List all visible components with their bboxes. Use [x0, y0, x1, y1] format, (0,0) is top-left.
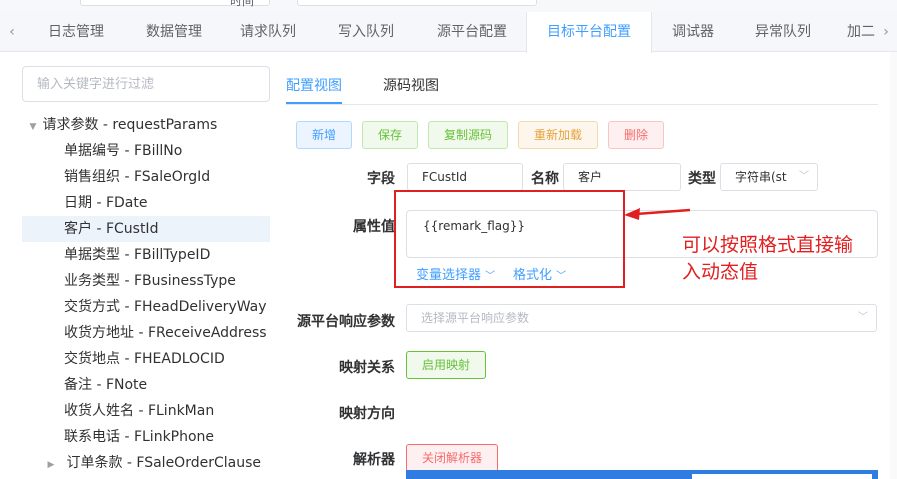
subtab-divider [286, 104, 878, 105]
tree-item-fsaleorgid[interactable]: 销售组织 - FSaleOrgId [22, 164, 270, 190]
vertical-scrollbar[interactable] [890, 52, 897, 479]
close-parser-button[interactable]: 关闭解析器 [406, 444, 498, 472]
tab-more[interactable]: 加二 [846, 12, 876, 52]
tree-item-freceiveaddress[interactable]: 收货方地址 - FReceiveAddress [22, 320, 270, 346]
tab-scroll-right-icon[interactable]: › [877, 12, 895, 52]
copy-source-button[interactable]: 复制源码 [428, 121, 508, 149]
tab-request-queue[interactable]: 请求队列 [226, 12, 310, 52]
tree-item-fdate[interactable]: 日期 - FDate [22, 190, 270, 216]
tab-debugger[interactable]: 调试器 [654, 12, 732, 52]
tree-item-fbusinesstype[interactable]: 业务类型 - FBusinessType [22, 268, 270, 294]
tree-item-fheaddeliveryway[interactable]: 交货方式 - FHeadDeliveryWay [22, 294, 270, 320]
delete-button[interactable]: 删除 [608, 121, 664, 149]
annotation-line-2: 入动态值 [682, 261, 759, 283]
tree-node-fsaleorderclause[interactable]: ▶ 订单条款 - FSaleOrderClause [22, 450, 270, 476]
tab-log-management[interactable]: 日志管理 [20, 12, 132, 52]
parser-editor-field[interactable] [692, 474, 872, 479]
tab-data-management[interactable]: 数据管理 [132, 12, 216, 52]
save-button[interactable]: 保存 [362, 121, 418, 149]
annotation-text: 可以按照格式直接输 入动态值 [682, 232, 892, 286]
tree-item-flinkphone[interactable]: 联系电话 - FLinkPhone [22, 424, 270, 450]
enable-mapping-button[interactable]: 启用映射 [406, 351, 486, 379]
reload-button[interactable]: 重新加载 [518, 121, 598, 149]
tree-node-request-params[interactable]: ▼ 请求参数 - requestParams [22, 112, 270, 138]
type-select-value: 字符串(st [735, 170, 787, 184]
tab-scroll-left-icon[interactable]: ‹ [3, 12, 21, 52]
tab-target-platform-config[interactable]: 目标平台配置 [526, 12, 652, 53]
response-params-select[interactable]: 选择源平台响应参数 ﹀ [406, 304, 877, 332]
top-date-input-end[interactable] [297, 0, 537, 6]
tab-write-queue[interactable]: 写入队列 [324, 12, 408, 52]
field-input[interactable]: FCustId [407, 163, 523, 191]
caret-down-icon[interactable]: ▼ [28, 114, 38, 140]
annotation-arrow-icon [624, 208, 691, 220]
tab-exception-queue[interactable]: 异常队列 [738, 12, 828, 52]
tab-source-view[interactable]: 源码视图 [383, 70, 439, 104]
tree-node-label: 订单条款 - FSaleOrderClause [66, 455, 261, 471]
tree-item-fnote[interactable]: 备注 - FNote [22, 372, 270, 398]
field-label: 字段 [367, 171, 395, 187]
tab-source-platform-config[interactable]: 源平台配置 [418, 12, 526, 52]
tree-node-label: 请求参数 - requestParams [42, 117, 218, 133]
tab-config-view[interactable]: 配置视图 [286, 70, 342, 104]
top-time-label: 时间 [230, 0, 255, 8]
annotation-line-1: 可以按照格式直接输 [682, 234, 854, 256]
mapping-direction-label: 映射方向 [339, 406, 395, 422]
response-params-placeholder: 选择源平台响应参数 [421, 311, 530, 325]
chevron-down-icon: ﹀ [799, 171, 809, 182]
type-select[interactable]: 字符串(st ﹀ [720, 163, 818, 191]
name-label: 名称 [531, 171, 559, 187]
annotation-highlight-box [394, 190, 625, 288]
response-params-label: 源平台响应参数 [297, 314, 395, 330]
chevron-down-icon: ﹀ [858, 312, 868, 323]
tree-item-fheadlocid[interactable]: 交货地点 - FHEADLOCID [22, 346, 270, 372]
caret-right-icon[interactable]: ▶ [46, 452, 56, 478]
tree-item-flinkman[interactable]: 收货人姓名 - FLinkMan [22, 398, 270, 424]
tree-item-fcustid[interactable]: 客户 - FCustId [22, 216, 270, 242]
tree-item-fbillno[interactable]: 单据编号 - FBillNo [22, 138, 270, 164]
tree-item-fbilltypeid[interactable]: 单据类型 - FBillTypeID [22, 242, 270, 268]
parser-label: 解析器 [353, 452, 395, 468]
tree-filter-input[interactable] [22, 66, 270, 102]
add-button[interactable]: 新增 [296, 121, 352, 149]
type-label: 类型 [688, 171, 716, 187]
name-input[interactable]: 客户 [563, 163, 681, 191]
attr-label: 属性值 [353, 219, 395, 235]
mapping-label: 映射关系 [339, 360, 395, 376]
